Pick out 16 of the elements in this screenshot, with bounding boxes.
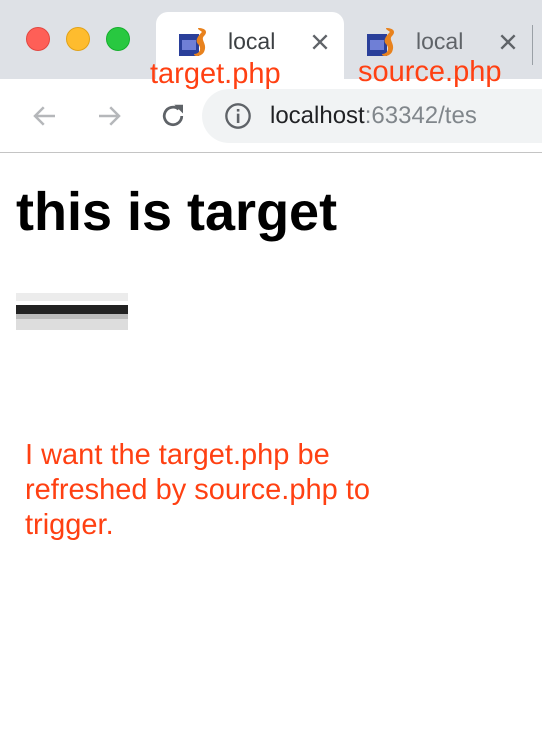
- close-window-button[interactable]: [26, 27, 50, 51]
- browser-tab[interactable]: local: [344, 12, 532, 58]
- annotation-label: target.php: [150, 60, 281, 89]
- address-bar[interactable]: localhost:63342/tes: [202, 88, 542, 142]
- page-heading: this is target: [16, 183, 338, 242]
- tab-title: local: [228, 28, 276, 55]
- annotation-label: source.php: [358, 58, 502, 87]
- maximize-window-button[interactable]: [106, 27, 130, 51]
- annotation-note: I want the target.php be refreshed by source.php to trigger.: [25, 438, 371, 543]
- info-icon[interactable]: [224, 102, 252, 130]
- tab-title: local: [416, 28, 464, 55]
- close-tab-icon[interactable]: [312, 34, 328, 50]
- close-tab-icon[interactable]: [500, 34, 516, 50]
- url-text: localhost:63342/tes: [270, 102, 477, 130]
- browser-tab[interactable]: local: [156, 12, 344, 58]
- minimize-window-button[interactable]: [66, 27, 90, 51]
